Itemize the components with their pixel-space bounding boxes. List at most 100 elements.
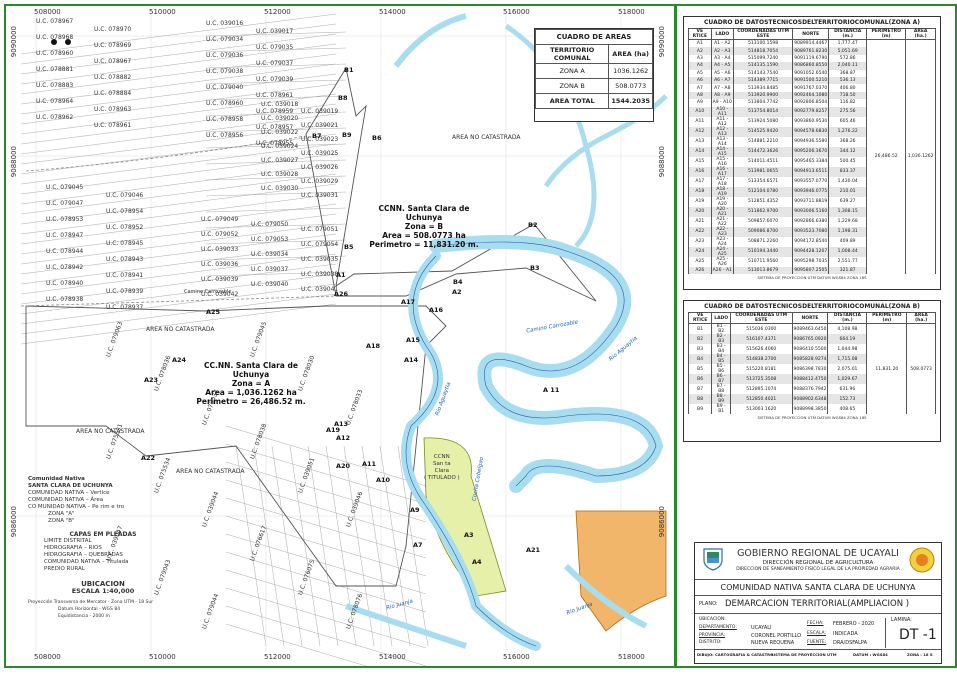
table-cell: 514135.1590 [732,62,794,70]
parcel-line [20,223,337,265]
uc-parcel-label: U.C. 079049 [201,216,239,223]
uc-parcel-label: U.C. 078958 [206,116,244,123]
table-cell: 9095298.7035 [792,256,830,267]
areas-zone-a-name: ZONA A [534,63,610,79]
table-cell: 210.01 [828,186,868,197]
parcel-line [225,479,427,541]
table-cell: A26 [688,266,712,274]
table-cell: A25 [688,256,712,267]
vertex-label: A7 [413,541,423,549]
vertex-label: A9 [410,506,420,514]
table-cell: A11 [688,116,712,127]
table-cell: 510711.9560 [732,256,794,267]
table-cell: A22 [688,226,712,237]
uc-parcel-label: U.C. 079045 [46,184,84,191]
table-b-footer: SISTEMA DE PROYECCION UTM DATUM WGS84 ZO… [757,415,867,420]
table-cell: 512850.4021 [730,394,793,404]
table-cell: A18 [688,186,712,197]
vertex-label: A12 [336,434,351,442]
table-cell: A21 [688,216,712,227]
uc-parcel-label: U.C. 078961 [94,122,132,129]
areas-zone-b-value: 508.0773 [608,78,653,94]
table-cell: 513003.1620 [730,404,793,414]
uc-parcel-label: U.C. 079036 [206,52,244,59]
table-cell: A16 [688,166,712,177]
table-cell: 9091500.5210 [792,76,830,85]
table-cell: 509857.6070 [732,216,794,227]
zone-b-label: CCNN. Santa Clara de Uchunya Zona = B Ar… [364,204,484,249]
table-cell: B1 - B2 [711,323,732,334]
vertex-label: A21 [526,546,541,554]
vertex-label: B6 [372,134,382,142]
uc-parcel-label: U.C. 078945 [106,240,144,247]
zone-b-zona: Zona = B [404,222,444,231]
table-cell: 4,108.98 [827,323,868,334]
table-cell: 1,715.08 [827,354,868,364]
parcel-line [20,173,337,215]
table-cell: 9093557.0770 [792,176,830,187]
table-cell: A17 [688,176,712,187]
table-cell: A24 - A25 [710,246,734,257]
table-cell: 116.82 [828,99,868,107]
coord-bottom-label: 512000 [264,653,291,661]
table-cell: 9092806.8504 [792,99,830,107]
table-a-footer: SISTEMA DE PROYECCION UTM DATUM WGS84 ZO… [757,274,867,280]
vertex-label: A17 [401,298,416,306]
direccion-label: DIRECCIÓN REGIONAL DE AGRICULTURA [762,560,874,566]
table-cell: 9093523.7080 [792,226,830,237]
table-cell: A11 - A12 [710,116,734,127]
coord-left-label: 9090000 [10,26,18,58]
uc-parcel-label: U.C. 039036 [201,261,239,268]
uc-parcel-label: U.C. 079040 [206,84,244,91]
parcel-line [20,283,337,325]
table-cell: A1 [688,39,712,48]
area-no-catastrada-label: AREA NO CATASTRADA [146,326,215,333]
table-cell: 9094428.1207 [792,246,830,257]
footer-dibujo: DIBUJO: CARTOGRAFIA & CATASTRO [697,652,774,657]
table-cell: A15 - A16 [710,156,734,167]
table-cell: A3 - A4 [710,54,734,63]
uc-parcel-label: U.C. 039027 [261,157,299,164]
table-cell: 152.73 [827,394,868,404]
uc-parcel-label: U.C. 078968 [36,34,74,41]
vertex-label: A20 [336,462,351,470]
coord-bottom-label: 508000 [34,653,61,661]
uc-parcel-label: U.C. 039020 [261,115,299,122]
table-cell: 513804.7742 [732,99,794,107]
table-cell: B8 - B9 [711,394,732,404]
table-a-title: CUADRO DE DATOSTECNICOSDELTERRITORIOCOMU… [704,19,920,26]
table-cell: 368.26 [828,136,868,147]
table-cell: A5 [688,69,712,77]
table-cell: 5,051.69 [828,47,868,55]
coord-right-label: 9086000 [658,506,666,538]
zone-a-title: CC.NN. Santa Clara de Uchunya [204,361,298,379]
departamento-label: DEPARTAMENTO: [699,625,737,630]
table-cell: 512851.4352 [732,196,794,207]
table-cell: A19 [688,196,712,207]
fuente-label: FUENTE: [807,640,827,645]
table-cell: 536.13 [828,76,868,85]
table-cell: B3 - B4 [711,344,732,354]
zone-b-area: Area = 508.0773 ha [382,231,466,240]
table-cell: A2 [688,47,712,55]
table-cell: 514011.4511 [732,156,794,167]
vertex-label: B9 [342,131,352,139]
table-cell: 9089761.8230 [792,47,830,55]
table-cell: A20 [688,206,712,217]
parcel-line [225,461,427,523]
uc-parcel-label: U.C. 079039 [256,76,294,83]
table-cell: B2 - B3 [711,334,732,344]
vertex-label: A19 [326,426,341,434]
uc-parcel-label: U.C. 039021 [301,122,339,129]
table-cell: 9086398.7830 [791,364,829,374]
areas-total-label: AREA TOTAL [534,93,610,109]
table-cell: A13 [688,136,712,147]
table-cell: 513354.6571 [732,176,794,187]
vertex-label: A22 [141,454,156,462]
vertex-label: B8 [338,94,348,102]
uc-parcel-label: U.C. 078962 [36,114,74,121]
table-cell: 605.46 [828,116,868,127]
table-cell: A23 - A24 [710,236,734,247]
uc-parcel-label: U.C. 079052 [201,231,239,238]
table-cell: 9089914.4467 [792,39,830,48]
